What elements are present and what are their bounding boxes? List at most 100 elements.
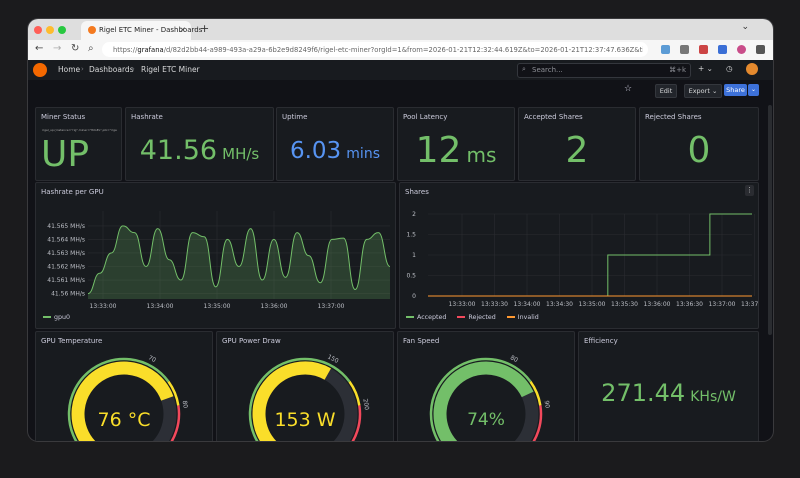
efficiency-stat: 271.44 KHs/W	[579, 379, 758, 407]
minimize-window-button[interactable]	[46, 26, 54, 34]
grafana-logo-icon[interactable]	[33, 63, 47, 77]
export-label: Export	[688, 87, 710, 95]
address-bar[interactable]: https://grafana/d/82d2bb44-a989-493a-a29…	[102, 42, 648, 57]
panel-efficiency[interactable]: Efficiency 271.44 KHs/W	[578, 331, 759, 441]
hashrate-chart: 41.565 MH/s 41.564 MH/s 41.563 MH/s 41.562 …	[47, 211, 391, 310]
y-tick-label: 1	[412, 252, 416, 259]
x-tick-label: 13:36:30	[676, 301, 703, 308]
uptime-value: 6.03	[289, 138, 342, 164]
close-tab-icon[interactable]: ×	[179, 25, 186, 34]
search-engine-icon[interactable]: ⌕	[88, 43, 94, 54]
export-button[interactable]: Export ⌄	[684, 84, 722, 98]
edit-button[interactable]: Edit	[655, 84, 677, 98]
fan-speed-value: 74%	[467, 410, 505, 430]
tab-list-chevron-icon[interactable]: ⌄	[741, 22, 749, 32]
breadcrumb-home[interactable]: Home	[58, 65, 80, 74]
user-avatar[interactable]	[746, 63, 758, 75]
shares-chart: 2 1.5 1 0.5 0 13:33:00 13:33:30 13:34:00 13:34:3…	[406, 211, 758, 308]
x-tick-label: 13:35:00	[204, 303, 231, 310]
hashrate-unit: MH/s	[222, 145, 260, 163]
maximize-window-button[interactable]	[58, 26, 66, 34]
url-prefix: https://	[113, 46, 138, 54]
grafana-favicon-icon	[88, 26, 96, 34]
gauge-fill	[433, 361, 534, 441]
x-tick-label: 13:33:00	[90, 303, 117, 310]
gauge-tick-label: 80	[181, 400, 189, 409]
x-tick-label: 13:37:30	[741, 301, 758, 308]
dashboard-scrollbar[interactable]	[768, 105, 772, 335]
panel-title: Hashrate	[131, 113, 163, 121]
miner-status-value: UP	[41, 134, 90, 175]
panel-fan-speed[interactable]: Fan Speed 08090100 74%	[397, 331, 575, 441]
x-tick-label: 13:36:00	[261, 303, 288, 310]
latency-value: 12	[415, 130, 462, 171]
uptime-stat: 6.03 mins	[277, 138, 393, 164]
hashrate-value: 41.56	[139, 135, 218, 166]
breadcrumb-separator-icon: ›	[81, 65, 84, 73]
uptime-unit: mins	[346, 146, 380, 162]
panel-title: Pool Latency	[403, 113, 448, 121]
hashrate-legend[interactable]: gpu0	[43, 314, 70, 321]
legend-label: Invalid	[517, 314, 539, 321]
panel-pool-latency[interactable]: Pool Latency 12 ms	[397, 107, 515, 181]
new-tab-button[interactable]: +	[200, 22, 209, 35]
x-tick-label: 13:37:00	[709, 301, 736, 308]
search-input[interactable]: ⌕ Search... ⌘+k	[517, 63, 691, 78]
shares-legend: Accepted Rejected Invalid	[406, 314, 539, 321]
panel-gpu-temperature[interactable]: GPU Temperature 07080100 76 °C	[35, 331, 213, 441]
gauge-tick-label: 70	[147, 354, 157, 364]
share-button[interactable]: Share	[724, 84, 747, 96]
reload-icon[interactable]: ↻	[71, 43, 79, 54]
panel-uptime[interactable]: Uptime 6.03 mins	[276, 107, 394, 181]
legend-label: Rejected	[468, 314, 496, 321]
browser-menu-icon[interactable]	[756, 45, 765, 54]
legend-item-rejected[interactable]: Rejected	[457, 314, 496, 321]
download-icon[interactable]	[661, 45, 670, 54]
dashboard-toolbar: ☆ Edit Export ⌄ Share ⌄	[28, 80, 773, 105]
extension-blue-icon[interactable]	[718, 45, 727, 54]
x-tick-label: 13:35:00	[579, 301, 606, 308]
hashrate-stat: 41.56 MH/s	[126, 135, 273, 166]
panel-title: Miner Status	[41, 113, 86, 121]
breadcrumb-current: Rigel ETC Miner	[141, 65, 200, 74]
address-bar-text: https://grafana/d/82d2bb44-a989-493a-a29…	[113, 46, 643, 54]
star-icon[interactable]: ☆	[624, 84, 632, 94]
browser-tab[interactable]: Rigel ETC Miner - Dashboards ×	[81, 21, 202, 40]
panel-rejected-shares[interactable]: Rejected Shares 0	[639, 107, 759, 181]
forward-arrow-icon[interactable]: →	[53, 43, 61, 54]
legend-swatch	[406, 316, 414, 318]
legend-item-accepted[interactable]: Accepted	[406, 314, 446, 321]
efficiency-value: 271.44	[601, 379, 686, 407]
x-tick-label: 13:34:00	[147, 303, 174, 310]
y-tick-label: 41.563 MH/s	[47, 250, 85, 257]
latency-unit: ms	[466, 143, 497, 167]
close-window-button[interactable]	[34, 26, 42, 34]
panel-gpu-power[interactable]: GPU Power Draw 0150200250 153 W	[216, 331, 394, 441]
breadcrumb-dashboards[interactable]: Dashboards	[89, 65, 134, 74]
extension-badge-icon[interactable]	[699, 45, 708, 54]
panel-accepted-shares[interactable]: Accepted Shares 2	[518, 107, 636, 181]
y-tick-label: 41.564 MH/s	[47, 236, 85, 243]
panel-shares[interactable]: Shares ⋮ 2 1.5 1 0.5 0 13:33:00 13:33:30 13:34:…	[399, 182, 759, 329]
browser-toolbar: ← → ↻ ⌕ https://grafana/d/82d2bb44-a989-…	[28, 40, 773, 61]
help-icon[interactable]: ◷	[726, 64, 733, 73]
search-placeholder: Search...	[532, 66, 563, 74]
y-tick-label: 41.56 MH/s	[51, 291, 85, 298]
y-tick-label: 1.5	[406, 232, 416, 239]
extensions-icon[interactable]	[680, 45, 689, 54]
x-tick-label: 13:36:00	[644, 301, 671, 308]
panel-hashrate[interactable]: Hashrate 41.56 MH/s	[125, 107, 274, 181]
x-tick-label: 13:33:00	[449, 301, 476, 308]
back-arrow-icon[interactable]: ←	[35, 43, 43, 54]
legend-item-invalid[interactable]: Invalid	[506, 314, 539, 321]
x-tick-label: 13:33:30	[481, 301, 508, 308]
gpu-temperature-value: 76 °C	[97, 409, 151, 431]
share-dropdown-chevron-icon[interactable]: ⌄	[748, 84, 759, 96]
panel-title: Efficiency	[584, 337, 618, 345]
x-tick-label: 13:35:30	[611, 301, 638, 308]
panel-miner-status[interactable]: Miner Status rigel_up{instance="rig",min…	[35, 107, 122, 181]
add-icon[interactable]: + ⌄	[698, 64, 713, 73]
panel-hashrate-per-gpu[interactable]: Hashrate per GPU 41.565 MH/s 41.564 MH/s 4…	[35, 182, 396, 329]
profile-icon[interactable]	[737, 45, 746, 54]
legend-swatch	[43, 316, 51, 318]
